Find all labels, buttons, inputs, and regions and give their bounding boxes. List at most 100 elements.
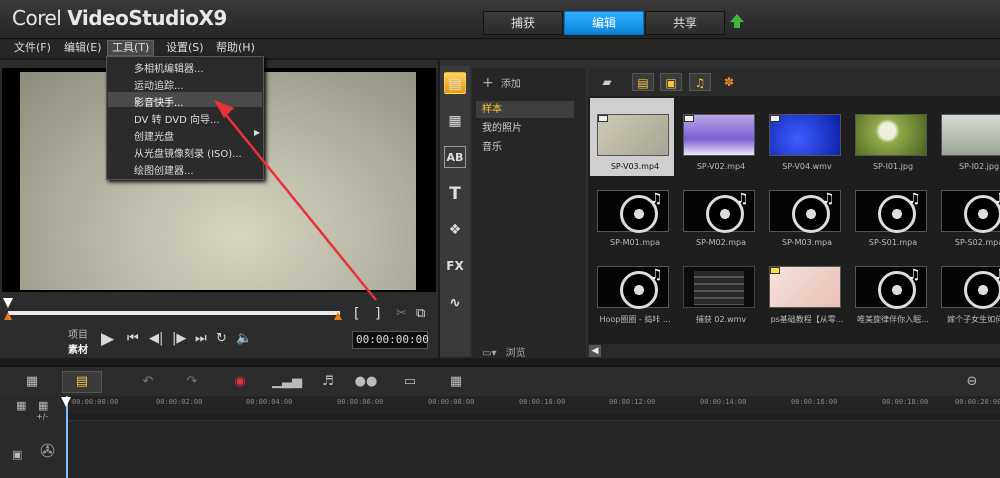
menu-item-fastflick[interactable]: 影音快手... (134, 94, 184, 109)
thumb-capture-02[interactable]: 捕获 02.wmv (676, 250, 760, 328)
thumb-sp-s02[interactable]: SP-S02.mpa (934, 174, 1000, 252)
volume-icon[interactable]: 🔈 (236, 331, 252, 346)
record-capture-icon[interactable]: ◉ (228, 373, 252, 391)
play-icon[interactable]: ▶ (101, 329, 114, 349)
thumb-melody[interactable]: 唯美旋律伴你入眠... (848, 250, 932, 328)
previous-frame-icon[interactable]: ◀| (149, 331, 163, 346)
app-brand: Corel (12, 6, 62, 30)
track-toggle[interactable]: +/- (36, 412, 48, 421)
mark-in-icon[interactable]: [ (354, 306, 359, 322)
thumb-caption: 嫁个子女生如何... (947, 315, 1000, 324)
thumb-caption: SP-S02.mpa (954, 238, 1000, 247)
video-track-icon[interactable]: ▣ (12, 448, 22, 461)
video-track[interactable] (66, 420, 1000, 478)
undo-icon[interactable]: ↶ (136, 373, 160, 391)
path-icon[interactable]: ∿ (444, 292, 466, 314)
mode-clip[interactable]: 素材 (68, 341, 88, 356)
add-folder-button[interactable]: + 添加 (482, 75, 521, 91)
next-frame-icon[interactable]: |▶ (172, 331, 186, 346)
thumb-sp-m03[interactable]: SP-M03.mpa (762, 174, 846, 252)
ruler-tick: 00:00:16:00 (791, 398, 838, 406)
thumb-sp-v02[interactable]: SP-V02.mp4 (676, 98, 760, 176)
menu-file[interactable]: 文件(F) (10, 41, 55, 57)
enlarge-icon[interactable]: ⧉ (416, 306, 425, 321)
menu-item-motion-tracking[interactable]: 运动追踪... (134, 77, 184, 92)
thumb-sp-i01[interactable]: SP-I01.jpg (848, 98, 932, 176)
graphics-icon[interactable]: ❖ (444, 219, 466, 241)
library-scrollbar[interactable] (588, 344, 1000, 358)
playhead[interactable] (66, 396, 68, 478)
thumb-caption: SP-V04.wmv (782, 162, 832, 171)
ruler-tick: 00:00:18:00 (882, 398, 929, 406)
sound-mixer-icon[interactable]: ▁▃▅ (272, 373, 302, 391)
home-icon[interactable]: ⏮ (127, 331, 139, 346)
thumb-sp-m01[interactable]: SP-M01.mpa (590, 174, 674, 252)
folder-my-photos[interactable]: 我的照片 (476, 120, 574, 137)
show-photos-icon[interactable]: ▣ (660, 73, 682, 91)
thumb-ps-tutorial[interactable]: ps基础教程【从零... (762, 250, 846, 328)
thumb-caption: SP-M03.mpa (781, 238, 832, 247)
menu-item-painting-creator[interactable]: 绘图创建器... (134, 162, 194, 177)
scroll-left-icon[interactable]: ◀ (589, 345, 601, 357)
scissors-icon[interactable]: ✂ (396, 306, 407, 321)
storyboard-view-icon[interactable]: ▦ (20, 373, 44, 391)
thumb-caption: ps基础教程【从零... (770, 315, 844, 324)
menu-settings[interactable]: 设置(S) (162, 41, 208, 57)
folder-samples[interactable]: 样本 (476, 101, 574, 118)
ruler-tick: 00:00:02:00 (156, 398, 203, 406)
show-audio-icon[interactable]: ♫ (689, 73, 711, 91)
thumb-sp-s01[interactable]: SP-S01.mpa (848, 174, 932, 252)
sort-icon[interactable]: ✽ (718, 73, 740, 91)
ruler-tick: 00:00:08:00 (428, 398, 475, 406)
menu-item-create-disc[interactable]: 创建光盘 (134, 128, 174, 143)
add-label: 添加 (500, 79, 521, 90)
instant-project-icon[interactable]: ▦ (444, 110, 466, 132)
mark-out-icon[interactable]: ] (375, 306, 380, 322)
track-manager-icon[interactable]: ▦ (16, 399, 26, 412)
folder-icon[interactable]: ▰ (596, 73, 618, 91)
thumb-sp-m02[interactable]: SP-M02.mpa (676, 174, 760, 252)
zoom-out-icon[interactable]: ⊖ (960, 373, 984, 391)
thumb-sp-v04[interactable]: SP-V04.wmv (762, 98, 846, 176)
thumb-hoop[interactable]: Hoop圈圈 - 捣咔 ... (590, 250, 674, 328)
transition-icon[interactable]: AB (444, 146, 466, 168)
browse-label: 浏览 (505, 348, 526, 359)
redo-icon[interactable]: ↷ (180, 373, 204, 391)
filter-icon[interactable]: FX (444, 255, 466, 277)
app-title: Corel VideoStudioX9 (12, 6, 227, 30)
menu-tools[interactable]: 工具(T) (107, 40, 155, 56)
auto-music-icon[interactable]: ♬ (316, 373, 340, 391)
subtitle-editor-icon[interactable]: ▭ (398, 373, 422, 391)
browse-button[interactable]: ▭▾ 浏览 (482, 344, 526, 359)
title-icon[interactable]: T (444, 183, 466, 205)
scrub-bar[interactable] (8, 311, 340, 315)
mode-project[interactable]: 项目 (68, 326, 88, 341)
tab-edit[interactable]: 编辑 (564, 11, 644, 35)
tab-capture[interactable]: 捕获 (483, 11, 563, 35)
menu-item-multicam[interactable]: 多相机编辑器... (134, 60, 204, 75)
menu-item-burn-iso[interactable]: 从光盘镜像刻录 (ISO)... (134, 145, 242, 160)
multi-trim-icon[interactable]: ▦ (444, 373, 468, 391)
tab-share[interactable]: 共享 (645, 11, 725, 35)
show-videos-icon[interactable]: ▤ (632, 73, 654, 91)
end-icon[interactable]: ⏭ (195, 331, 207, 346)
timecode-field[interactable]: 00:00:00:00 (352, 331, 429, 349)
chapter-icon[interactable]: ▦ (38, 399, 48, 412)
motion-tracking-icon[interactable]: ●● (354, 373, 378, 391)
thumb-caption: SP-I02.jpg (958, 162, 1000, 171)
folder-music[interactable]: 音乐 (476, 139, 574, 156)
thumb-girl[interactable]: 嫁个子女生如何... (934, 250, 1000, 328)
thumb-caption: SP-S01.mpa (868, 238, 918, 247)
menu-edit[interactable]: 编辑(E) (60, 41, 106, 57)
ruler-tick: 00:00:00:00 (72, 398, 119, 406)
thumb-sp-i02[interactable]: SP-I02.jpg (934, 98, 1000, 176)
repeat-icon[interactable]: ↻ (216, 331, 227, 346)
upload-arrow-icon[interactable] (730, 14, 744, 28)
ruler-tick: 00:00:06:00 (337, 398, 384, 406)
thumb-caption: Hoop圈圈 - 捣咔 ... (599, 315, 671, 324)
media-icon[interactable]: ▤ (444, 72, 466, 94)
menu-help[interactable]: 帮助(H) (212, 41, 259, 57)
ruler-tick: 00:00:20:00 (955, 398, 1000, 406)
menu-item-dv-to-dvd[interactable]: DV 转 DVD 向导... (134, 111, 220, 126)
thumb-sp-v03[interactable]: SP-V03.mp4 (590, 98, 674, 176)
